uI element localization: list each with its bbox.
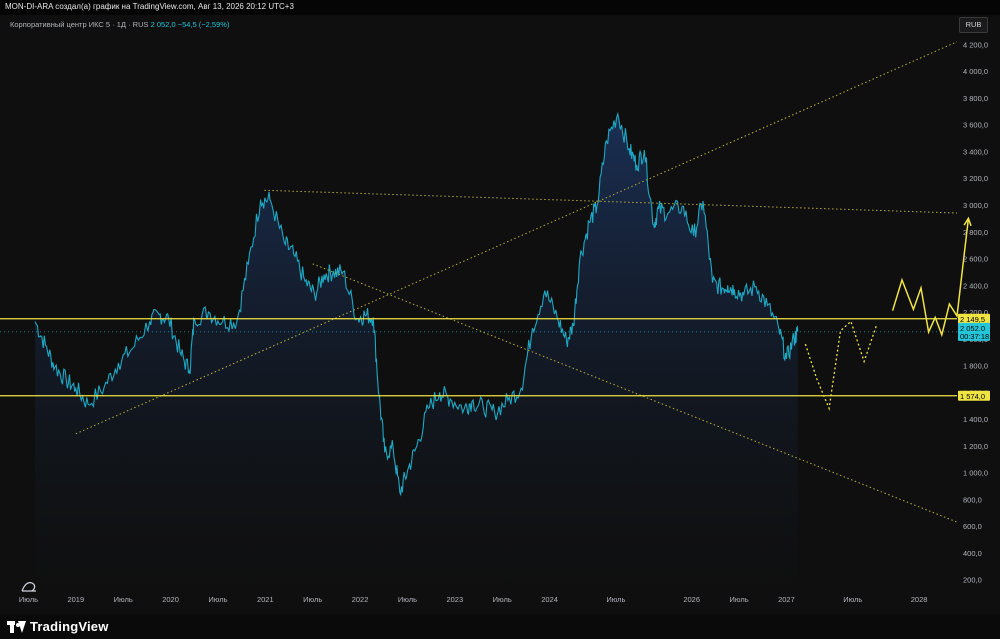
y-tick-label: 2 600,0 <box>963 255 988 264</box>
x-tick-label: 2023 <box>446 595 463 604</box>
x-tick-label: 2021 <box>257 595 274 604</box>
price-change: −54,5 (−2,59%) <box>177 20 230 29</box>
x-tick-label: 2019 <box>67 595 84 604</box>
x-tick-label: 2020 <box>162 595 179 604</box>
svg-text:2 149,5: 2 149,5 <box>960 315 985 324</box>
symbol-legend: Корпоративный центр ИКС 5 · 1Д · RUS 2 0… <box>10 20 229 29</box>
x-tick-label: 2022 <box>352 595 369 604</box>
y-tick-label: 3 400,0 <box>963 147 988 156</box>
dino-icon <box>21 582 36 592</box>
y-tick-label: 400,0 <box>963 549 982 558</box>
x-tick-label: Июль <box>398 595 417 604</box>
tradingview-wordmark: TradingView <box>30 619 109 634</box>
level-price-label: 2 149,5 <box>958 313 990 324</box>
x-tick-label: Июль <box>303 595 322 604</box>
top-bar: MON-DI-ARA создал(а) график на TradingVi… <box>0 0 1000 15</box>
y-tick-label: 1 000,0 <box>963 469 988 478</box>
last-price: 2 052,0 <box>150 20 176 29</box>
y-tick-label: 4 000,0 <box>963 67 988 76</box>
rising-trendline <box>75 41 958 435</box>
x-tick-label: 2027 <box>778 595 795 604</box>
x-tick-label: Июль <box>19 595 38 604</box>
tradingview-logo-icon <box>7 620 26 633</box>
countdown-label: 00:37:18 <box>958 330 990 341</box>
y-tick-label: 3 600,0 <box>963 121 988 130</box>
y-tick-label: 3 800,0 <box>963 94 988 103</box>
x-tick-label: Июль <box>208 595 227 604</box>
y-tick-label: 2 400,0 <box>963 281 988 290</box>
x-tick-label: 2024 <box>541 595 558 604</box>
y-tick-label: 1 200,0 <box>963 442 988 451</box>
level-price-label: 1 574,0 <box>958 390 990 401</box>
x-tick-label: Июль <box>729 595 748 604</box>
y-tick-label: 200,0 <box>963 576 982 585</box>
x-tick-label: Июль <box>493 595 512 604</box>
y-tick-label: 1 400,0 <box>963 415 988 424</box>
y-tick-label: 3 200,0 <box>963 174 988 183</box>
y-tick-label: 2 800,0 <box>963 228 988 237</box>
x-tick-label: Июль <box>606 595 625 604</box>
svg-text:1 574,0: 1 574,0 <box>960 392 985 401</box>
x-tick-label: Июль <box>843 595 862 604</box>
svg-text:00:37:18: 00:37:18 <box>960 332 989 341</box>
price-chart[interactable]: 200,0 400,0 600,0 800,0 1 000,0 1 200,0 1 400,… <box>0 15 1000 615</box>
y-tick-label: 800,0 <box>963 495 982 504</box>
currency-button[interactable]: RUB <box>959 17 988 33</box>
x-tick-label: 2028 <box>911 595 928 604</box>
chart-author-caption: MON-DI-ARA создал(а) график на TradingVi… <box>5 2 294 11</box>
tradingview-logo[interactable]: TradingView <box>7 614 109 639</box>
y-tick-label: 600,0 <box>963 522 982 531</box>
y-tick-label: 3 000,0 <box>963 201 988 210</box>
x-tick-label: Июль <box>114 595 133 604</box>
forecast-solid-path <box>891 218 970 338</box>
x-tick-label: 2026 <box>683 595 700 604</box>
symbol-name: Корпоративный центр ИКС 5 · 1Д · RUS <box>10 20 149 29</box>
y-tick-label: 4 200,0 <box>963 40 988 49</box>
price-area-fill <box>35 114 798 593</box>
footer-bar <box>0 614 1000 639</box>
y-tick-label: 1 800,0 <box>963 362 988 371</box>
